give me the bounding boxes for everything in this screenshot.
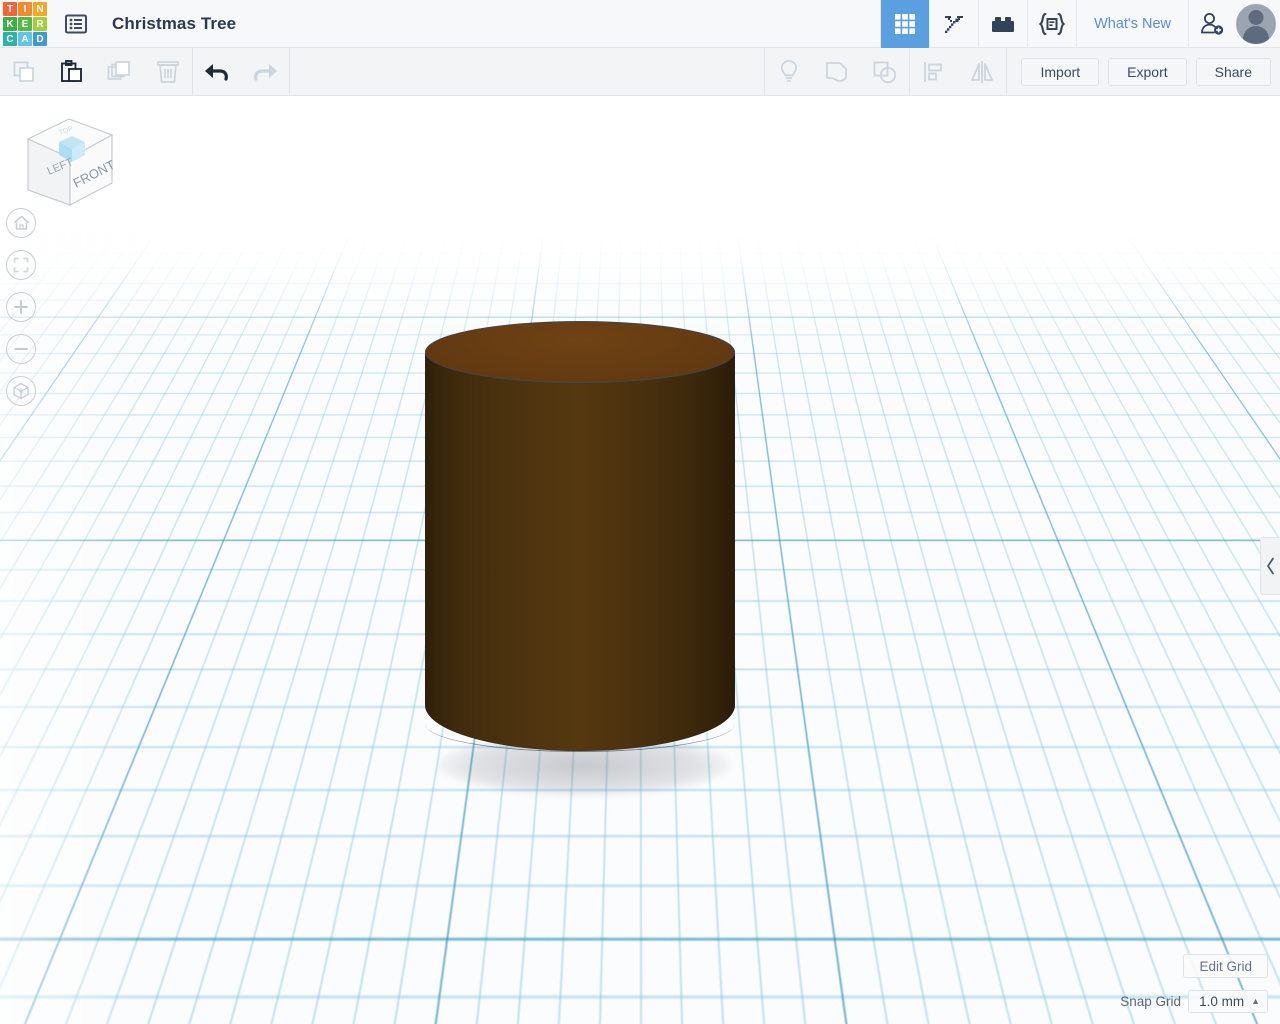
list-menu-button[interactable] [62, 10, 90, 38]
edit-tool-group [0, 48, 192, 96]
edit-toolbar: Import Export Share [0, 47, 1280, 96]
pickaxe-icon [945, 15, 964, 33]
minus-icon [14, 348, 28, 350]
top-header-bar: T I N K E R C A D Christmas Tree What's … [0, 0, 1280, 48]
logo-tile-n: N [33, 2, 47, 16]
toolbar-divider-2 [289, 47, 290, 96]
group-button[interactable] [813, 48, 861, 96]
align-icon [924, 61, 943, 82]
designs-grid-icon [895, 13, 916, 34]
cylinder-top-face [425, 321, 735, 383]
document-title[interactable]: Christmas Tree [112, 14, 236, 34]
export-button[interactable]: Export [1108, 57, 1187, 86]
snap-grid-label: Snap Grid [1120, 994, 1182, 1009]
notes-light-bulb-button[interactable] [765, 48, 813, 96]
fit-brackets-icon [13, 257, 29, 273]
copy-icon [13, 61, 34, 82]
zoom-out-button[interactable] [6, 334, 36, 364]
snap-grid-select[interactable]: 1.0 mm ▲ [1188, 990, 1268, 1013]
undo-arrow-icon [205, 63, 228, 81]
shape-tool-group [765, 48, 909, 96]
user-avatar[interactable] [1236, 3, 1276, 44]
edit-grid-button[interactable]: Edit Grid [1183, 954, 1268, 978]
logo-tile-t: T [3, 2, 17, 16]
align-tool-group [910, 48, 1006, 96]
perspective-toggle-button[interactable] [6, 376, 36, 406]
redo-arrow-icon [254, 63, 277, 81]
logo-tile-e: E [18, 17, 32, 31]
mirror-button[interactable] [958, 48, 1006, 96]
light-bulb-icon [781, 59, 798, 82]
lego-brick-icon [992, 16, 1015, 32]
logo-tile-c: C [3, 32, 17, 46]
home-icon [13, 215, 29, 230]
duplicate-button[interactable] [96, 48, 144, 96]
fit-to-view-button[interactable] [6, 250, 36, 280]
minecraft-pickaxe-button[interactable] [929, 0, 978, 48]
3d-viewport[interactable]: LEFT FRONT TOP Edit Grid Snap Grid 1.0 m… [0, 97, 1280, 1024]
right-panel-collapse-button[interactable] [1260, 537, 1280, 595]
ungroup-button[interactable] [861, 48, 909, 96]
mirror-flip-icon [971, 60, 994, 83]
logo-tile-k: K [3, 17, 17, 31]
view-cube-icon: LEFT FRONT TOP [26, 118, 117, 206]
list-menu-icon [65, 14, 87, 33]
designs-grid-button[interactable] [880, 0, 930, 48]
header-right-tools: What's New [880, 0, 1280, 48]
caret-up-icon: ▲ [1251, 996, 1260, 1006]
ungroup-shapes-icon [874, 61, 897, 83]
duplicate-icon [107, 60, 130, 80]
add-person-icon [1200, 12, 1223, 35]
view-orientation-cube[interactable]: LEFT FRONT TOP [12, 113, 122, 218]
invite-person-button[interactable] [1188, 0, 1234, 48]
chevron-left-icon [1267, 557, 1274, 575]
plus-icon [14, 300, 28, 314]
snap-grid-control: Snap Grid 1.0 mm ▲ [1120, 990, 1268, 1013]
tinkercad-logo[interactable]: T I N K E R C A D [2, 1, 47, 46]
home-view-button[interactable] [6, 208, 36, 238]
delete-button[interactable] [144, 48, 192, 96]
logo-tile-a: A [18, 32, 32, 46]
toolbar-divider-5 [1006, 47, 1008, 96]
cylinder-side-surface [425, 351, 735, 752]
horizon-fade [0, 97, 1280, 347]
cylinder-solid[interactable] [425, 321, 735, 771]
share-button[interactable]: Share [1195, 57, 1271, 86]
cylinder-bottom-edge [425, 696, 735, 752]
group-shapes-icon [826, 61, 848, 82]
import-button[interactable]: Import [1021, 57, 1100, 86]
logo-tile-d: D [33, 32, 47, 46]
trash-icon [157, 60, 179, 83]
paste-button[interactable] [48, 48, 96, 96]
codeblocks-icon [1038, 12, 1066, 35]
history-tool-group [193, 48, 289, 96]
logo-tile-r: R [33, 17, 47, 31]
cube-perspective-icon [13, 382, 29, 400]
undo-button[interactable] [193, 48, 241, 96]
codeblocks-button[interactable] [1027, 0, 1076, 48]
align-button[interactable] [910, 48, 958, 96]
redo-button[interactable] [241, 48, 289, 96]
copy-button[interactable] [0, 48, 48, 96]
logo-tile-i: I [18, 2, 32, 16]
zoom-in-button[interactable] [6, 292, 36, 322]
bricks-lego-button[interactable] [978, 0, 1027, 48]
snap-grid-value: 1.0 mm [1199, 994, 1245, 1009]
paste-icon [61, 59, 82, 82]
whats-new-link[interactable]: What's New [1076, 0, 1188, 48]
